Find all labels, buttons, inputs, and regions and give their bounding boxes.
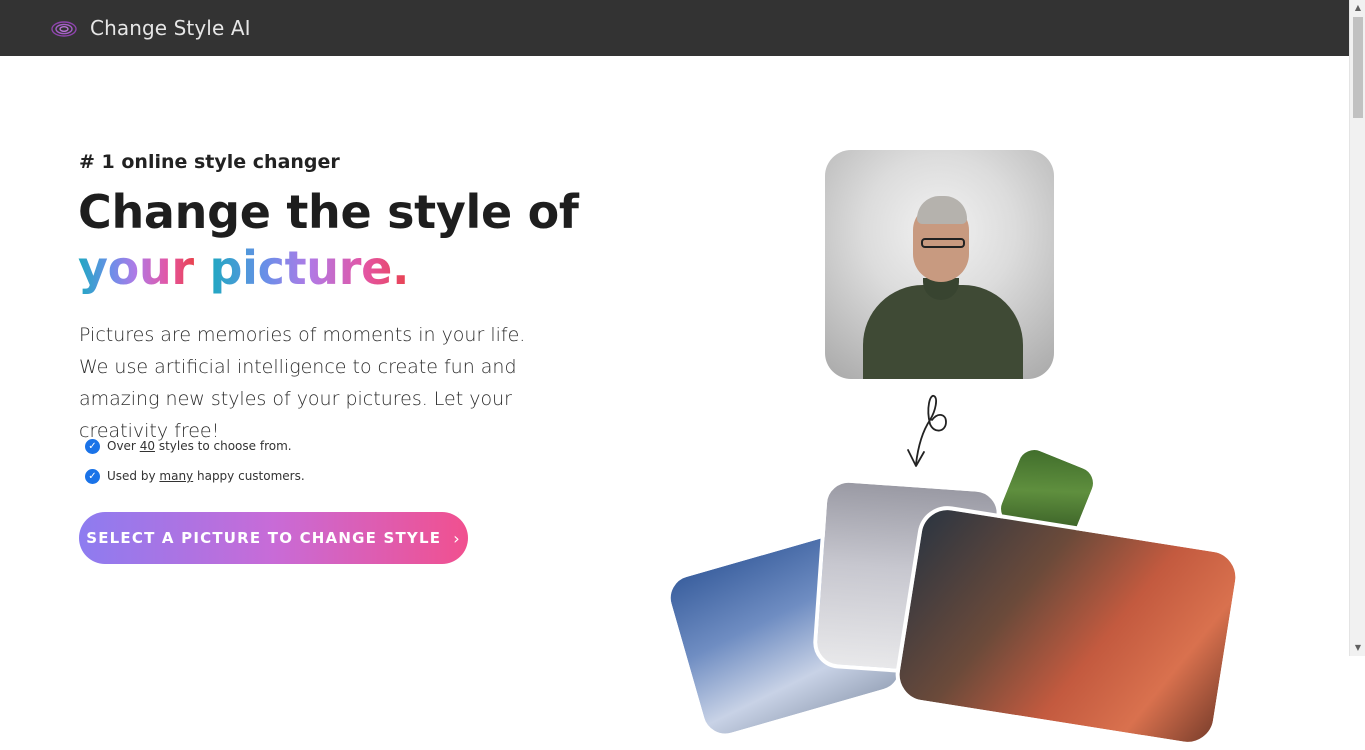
feature-link-40[interactable]: 40 bbox=[140, 439, 155, 453]
styled-image-red-bokeh bbox=[891, 501, 1244, 750]
top-navbar: Change Style AI bbox=[0, 0, 1349, 56]
select-picture-button-label: SELECT A PICTURE TO CHANGE STYLE bbox=[86, 529, 442, 547]
hero-eyebrow: # 1 online style changer bbox=[79, 151, 340, 173]
chevron-right-icon: › bbox=[453, 528, 461, 548]
scroll-thumb[interactable] bbox=[1353, 17, 1363, 118]
spiral-logo-icon[interactable] bbox=[50, 17, 78, 41]
feature-text-before: Used by bbox=[107, 469, 156, 483]
feature-item-styles: ✓ Over 40 styles to choose from. bbox=[85, 437, 292, 455]
hand-drawn-arrow-icon bbox=[907, 395, 947, 467]
headline-line1: Change the style of bbox=[78, 185, 579, 239]
app-name[interactable]: Change Style AI bbox=[90, 16, 251, 40]
feature-text-after: styles to choose from. bbox=[158, 439, 292, 453]
portrait-glasses bbox=[921, 238, 965, 248]
feature-text-after: happy customers. bbox=[196, 469, 305, 483]
check-circle-icon: ✓ bbox=[85, 438, 100, 454]
feature-text-before: Over bbox=[107, 439, 136, 453]
scroll-down-arrow-icon[interactable]: ▼ bbox=[1350, 640, 1365, 656]
scroll-up-arrow-icon[interactable]: ▲ bbox=[1350, 0, 1365, 16]
feature-item-customers: ✓ Used by many happy customers. bbox=[85, 467, 305, 485]
original-portrait-image bbox=[825, 150, 1054, 379]
check-circle-icon: ✓ bbox=[85, 468, 100, 484]
vertical-scrollbar[interactable]: ▲ ▼ bbox=[1349, 0, 1365, 656]
hero-description: Pictures are memories of moments in your… bbox=[79, 324, 526, 442]
portrait-hair bbox=[917, 196, 967, 224]
headline-word-your: your bbox=[78, 241, 194, 295]
feature-link-many[interactable]: many bbox=[159, 469, 193, 483]
headline-word-picture: picture. bbox=[209, 241, 410, 295]
select-picture-button[interactable]: SELECT A PICTURE TO CHANGE STYLE › bbox=[79, 512, 468, 564]
hero-headline: Change the style of your picture. bbox=[78, 184, 638, 296]
